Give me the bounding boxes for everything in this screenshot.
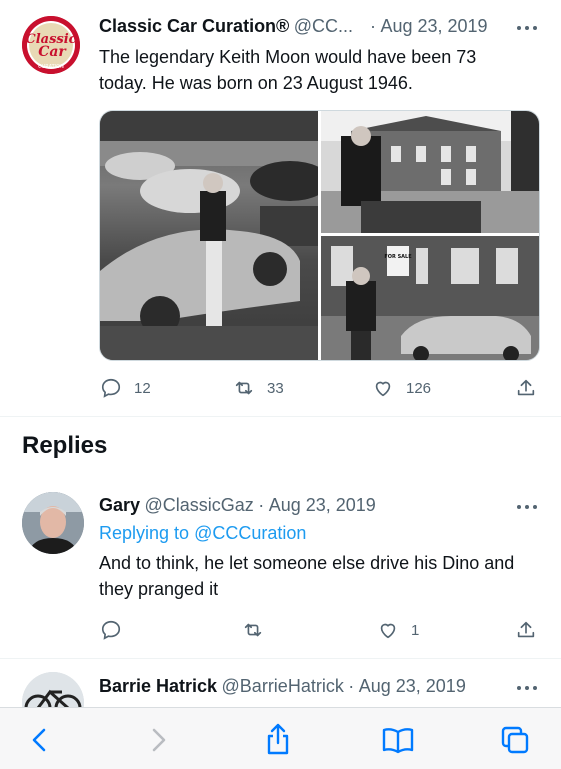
tweet-text-line: today. He was born on 23 August 1946. — [99, 73, 413, 93]
retweet-icon — [235, 381, 253, 395]
avatar[interactable] — [22, 492, 84, 554]
like-count: 1 — [411, 621, 420, 639]
house-image — [321, 111, 539, 233]
divider — [0, 416, 561, 417]
author-name[interactable]: Classic Car Curation® — [99, 16, 289, 36]
reply-button[interactable] — [100, 619, 122, 641]
like-button[interactable]: 1 — [377, 619, 419, 641]
like-count: 126 — [406, 379, 432, 397]
gary-avatar-image — [22, 492, 84, 554]
replying-to-link[interactable]: @CCCuration — [194, 523, 306, 543]
author-handle[interactable]: @CC... — [294, 16, 353, 36]
more-options-icon[interactable] — [514, 503, 540, 511]
share-icon — [517, 621, 535, 638]
author-name[interactable]: Barrie Hatrick — [99, 676, 217, 696]
heart-icon — [380, 623, 396, 639]
separator-dot: · — [258, 495, 265, 515]
author-name[interactable]: Gary — [99, 495, 140, 515]
back-icon[interactable] — [26, 726, 54, 754]
photo-car-yard[interactable] — [100, 111, 318, 360]
svg-text:Car: Car — [38, 44, 67, 60]
reply-icon — [101, 620, 121, 640]
separator-dot: · — [370, 16, 376, 36]
separator-dot: · — [348, 676, 355, 696]
reply-icon — [101, 378, 121, 398]
tweet-photo-grid[interactable]: FOR SALE — [99, 110, 540, 361]
forward-icon[interactable] — [144, 726, 172, 754]
more-options-icon[interactable] — [514, 684, 540, 692]
more-options-icon[interactable] — [514, 24, 540, 32]
reply-button[interactable]: 12 — [100, 377, 151, 399]
tweet-text-line: The legendary Keith Moon would have been… — [99, 47, 477, 67]
car-yard-image — [100, 111, 318, 360]
share-icon[interactable] — [264, 722, 292, 756]
tweet-text-line: they pranged it — [99, 579, 219, 599]
bookmarks-icon[interactable] — [381, 726, 415, 754]
tweet-text-line: And to think, he let someone else drive … — [99, 553, 515, 573]
share-tweet-button[interactable] — [515, 619, 537, 641]
avatar[interactable]: Classic Car CURATION — [22, 16, 80, 74]
classic-car-logo: Classic Car CURATION — [22, 16, 80, 74]
reply-count: 12 — [134, 379, 151, 397]
retweet-count: 33 — [267, 379, 284, 397]
share-icon — [517, 379, 535, 396]
photo-house[interactable] — [321, 111, 539, 233]
heart-icon — [375, 381, 391, 397]
retweet-button[interactable]: 33 — [233, 377, 284, 399]
like-button[interactable]: 126 — [372, 377, 431, 399]
tweet-date[interactable]: Aug 23, 2019 — [359, 676, 466, 696]
author-handle[interactable]: @BarrieHatrick — [222, 676, 344, 696]
replies-heading: Replies — [22, 432, 108, 459]
photo-street[interactable]: FOR SALE — [321, 236, 539, 360]
divider — [0, 658, 561, 659]
retweet-icon — [244, 623, 262, 637]
replying-label: Replying to — [99, 523, 190, 543]
author-handle[interactable]: @ClassicGaz — [144, 495, 253, 515]
tabs-icon[interactable] — [500, 726, 532, 754]
retweet-button[interactable] — [242, 619, 264, 641]
for-sale-sign: FOR SALE — [384, 254, 412, 260]
tweet-date[interactable]: Aug 23, 2019 — [380, 16, 487, 36]
svg-text:CURATION: CURATION — [38, 64, 64, 70]
share-tweet-button[interactable] — [515, 377, 537, 399]
tweet-date[interactable]: Aug 23, 2019 — [269, 495, 376, 515]
street-image: FOR SALE — [321, 236, 539, 360]
browser-toolbar — [0, 707, 561, 769]
